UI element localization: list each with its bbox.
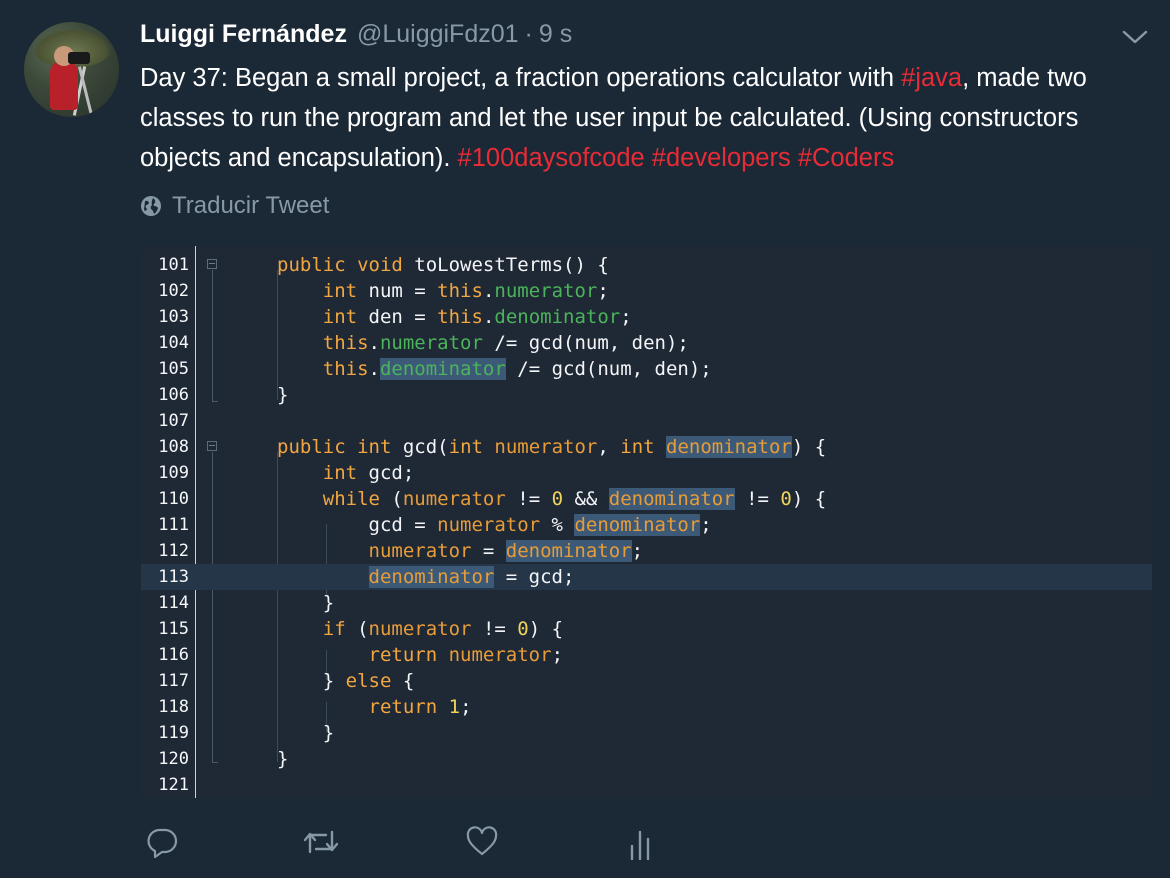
current-code-line: 113 denominator = gcd; <box>141 564 1152 590</box>
hashtag-link[interactable]: #developers <box>652 144 791 172</box>
code-text: int den = this.denominator; <box>322 306 632 328</box>
code-line: 108 public int gcd(int numerator, int de… <box>141 434 1152 460</box>
code-text: if (numerator != 0) { <box>322 618 564 640</box>
line-number: 104 <box>158 333 189 353</box>
line-number: 109 <box>158 463 189 483</box>
line-number: 118 <box>158 697 189 717</box>
reply-icon[interactable] <box>146 826 178 858</box>
code-line: 110 while (numerator != 0 && denominator… <box>141 486 1152 512</box>
heart-icon[interactable] <box>466 826 498 858</box>
retweet-icon[interactable] <box>302 826 340 858</box>
code-line: 119 } <box>141 720 1152 746</box>
line-number: 115 <box>158 619 189 639</box>
tweet-timestamp[interactable]: 9 s <box>539 20 572 49</box>
chevron-down-icon[interactable] <box>1121 27 1149 47</box>
line-number: 101 <box>158 255 189 275</box>
hashtag-link[interactable]: #Coders <box>798 144 894 172</box>
line-number: 103 <box>158 307 189 327</box>
code-screenshot[interactable]: 101 public void toLowestTerms() { 102 in… <box>141 246 1152 798</box>
hashtag-link[interactable]: #java <box>901 64 962 92</box>
code-text: } <box>277 592 335 614</box>
code-line: 114 } <box>141 590 1152 616</box>
tweet-text: Day 37: Began a small project, a fractio… <box>140 58 1155 178</box>
code-line: 104 this.numerator /= gcd(num, den); <box>141 330 1152 356</box>
code-line: 102 int num = this.numerator; <box>141 278 1152 304</box>
code-line: 101 public void toLowestTerms() { <box>141 252 1152 278</box>
avatar-photo-person <box>50 62 78 110</box>
code-text: return 1; <box>368 696 472 718</box>
tweet-actions <box>140 826 680 866</box>
analytics-icon[interactable] <box>628 826 654 860</box>
code-line: 120 } <box>141 746 1152 772</box>
line-number: 114 <box>158 593 189 613</box>
code-line: 111 gcd = numerator % denominator; <box>141 512 1152 538</box>
line-number: 106 <box>158 385 189 405</box>
code-text: } <box>277 748 289 770</box>
globe-icon <box>141 196 161 216</box>
code-line: 115 if (numerator != 0) { <box>141 616 1152 642</box>
author-name[interactable]: Luiggi Fernández <box>140 20 347 49</box>
code-text: } <box>277 384 289 406</box>
line-number: 105 <box>158 359 189 379</box>
line-number: 117 <box>158 671 189 691</box>
hashtag-link[interactable]: #100daysofcode <box>458 144 645 172</box>
tweet-header: Luiggi Fernández @LuiggiFdz01 · 9 s <box>140 20 572 52</box>
header-separator: · <box>524 20 533 48</box>
line-number: 116 <box>158 645 189 665</box>
line-number: 119 <box>158 723 189 743</box>
code-line: 107 <box>141 408 1152 434</box>
code-text: denominator = gcd; <box>368 566 575 588</box>
fold-toggle-icon[interactable] <box>207 441 217 451</box>
code-text: this.numerator /= gcd(num, den); <box>322 332 689 354</box>
code-text: this.denominator /= gcd(num, den); <box>322 358 712 380</box>
line-number: 111 <box>158 515 189 535</box>
code-text: return numerator; <box>368 644 564 666</box>
code-line: 109 int gcd; <box>141 460 1152 486</box>
line-number: 112 <box>158 541 189 561</box>
code-line: 117 } else { <box>141 668 1152 694</box>
code-text: while (numerator != 0 && denominator != … <box>322 488 827 510</box>
line-number: 107 <box>158 411 189 431</box>
code-text: public int gcd(int numerator, int denomi… <box>277 436 827 458</box>
author-handle[interactable]: @LuiggiFdz01 <box>357 20 519 49</box>
line-number: 110 <box>158 489 189 509</box>
fold-toggle-icon[interactable] <box>207 259 217 269</box>
code-text: numerator = denominator; <box>368 540 644 562</box>
line-number: 108 <box>158 437 189 457</box>
code-line: 106 } <box>141 382 1152 408</box>
avatar-photo-camera <box>68 52 90 64</box>
code-text: } <box>277 722 335 744</box>
line-number: 113 <box>158 567 189 587</box>
code-line: 103 int den = this.denominator; <box>141 304 1152 330</box>
line-number: 121 <box>158 775 189 795</box>
line-number: 102 <box>158 281 189 301</box>
line-number: 120 <box>158 749 189 769</box>
author-avatar[interactable] <box>24 22 119 117</box>
code-line: 112 numerator = denominator; <box>141 538 1152 564</box>
tweet-text-part: Day 37: Began a small project, a fractio… <box>140 64 902 92</box>
translate-tweet-link[interactable]: Traducir Tweet <box>140 192 329 220</box>
code-text: gcd = numerator % denominator; <box>277 514 712 536</box>
code-line: 118 return 1; <box>141 694 1152 720</box>
code-text: } else { <box>277 670 415 692</box>
code-line: 121 <box>141 772 1152 798</box>
code-line: 116 return numerator; <box>141 642 1152 668</box>
code-line: 105 this.denominator /= gcd(num, den); <box>141 356 1152 382</box>
code-text: public void toLowestTerms() { <box>277 254 609 276</box>
code-text: int num = this.numerator; <box>322 280 609 302</box>
translate-label: Traducir Tweet <box>172 192 330 219</box>
code-text: int gcd; <box>322 462 415 484</box>
